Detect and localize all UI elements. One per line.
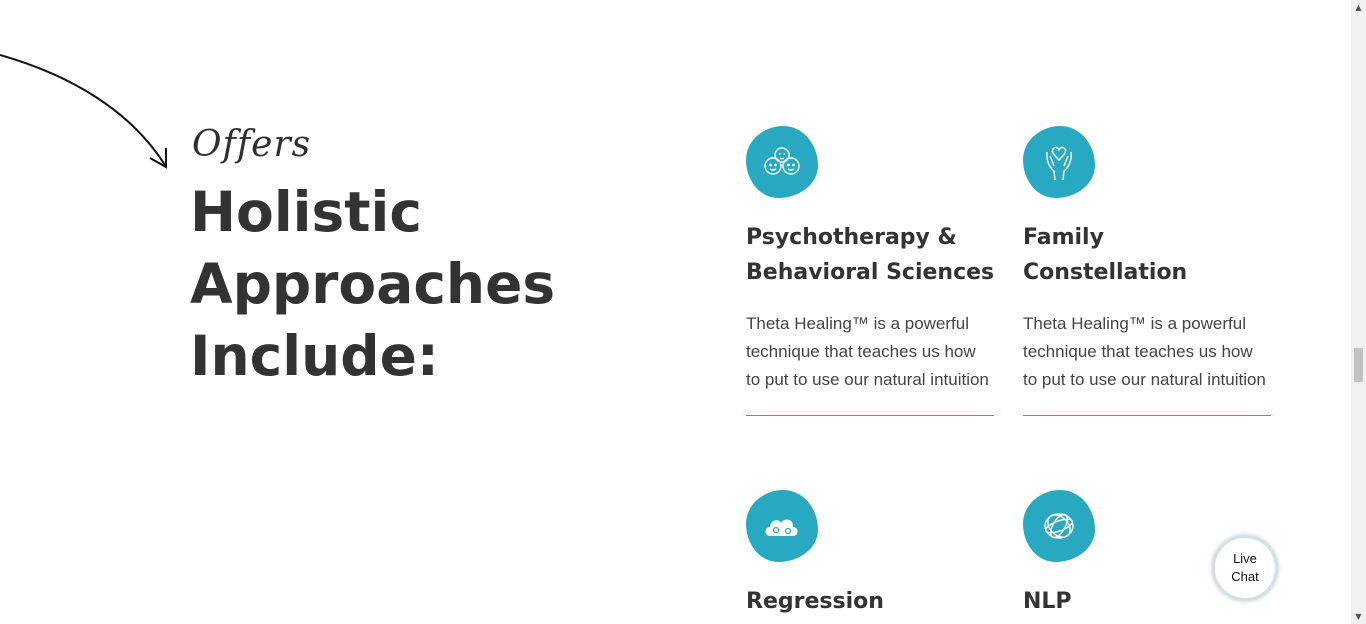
offers-script-label: Offers bbox=[192, 124, 312, 165]
service-description: Theta Healing™ is a powerful technique t… bbox=[1023, 314, 1266, 389]
card-divider bbox=[1023, 415, 1271, 416]
live-chat-label-line1: Live bbox=[1233, 551, 1257, 566]
scrollbar-thumb[interactable] bbox=[1354, 348, 1363, 382]
service-card-psychotherapy: Psychotherapy & Behavioral Sciences Thet… bbox=[746, 126, 994, 416]
live-chat-button[interactable]: Live Chat bbox=[1212, 535, 1278, 601]
headline-line-1: Holistic bbox=[190, 180, 423, 244]
scroll-up-arrow-icon[interactable]: ▲ bbox=[1351, 0, 1366, 15]
three-faces-icon bbox=[746, 126, 818, 198]
live-chat-label-line2: Chat bbox=[1231, 569, 1259, 584]
service-title: Family Constellation bbox=[1023, 225, 1188, 285]
service-title: Regression bbox=[746, 589, 884, 614]
sphere-knot-icon bbox=[1023, 490, 1095, 562]
service-card-regression: Regression bbox=[746, 490, 994, 619]
page-scrollbar[interactable]: ▲ ▼ bbox=[1351, 0, 1366, 624]
heart-hands-icon bbox=[1023, 126, 1095, 198]
service-card-family-constellation: Family Constellation Theta Healing™ is a… bbox=[1023, 126, 1271, 416]
page-headline: Holistic Approaches Include: bbox=[190, 176, 670, 392]
service-title: Psychotherapy & Behavioral Sciences bbox=[746, 225, 995, 285]
service-description: Theta Healing™ is a powerful technique t… bbox=[746, 314, 989, 389]
headline-line-3: Include: bbox=[190, 324, 439, 388]
scroll-down-arrow-icon[interactable]: ▼ bbox=[1351, 609, 1366, 624]
cloud-icon bbox=[746, 490, 818, 562]
card-divider bbox=[746, 415, 994, 416]
headline-line-2: Approaches bbox=[190, 252, 556, 316]
decorative-arrow-icon bbox=[0, 54, 167, 169]
